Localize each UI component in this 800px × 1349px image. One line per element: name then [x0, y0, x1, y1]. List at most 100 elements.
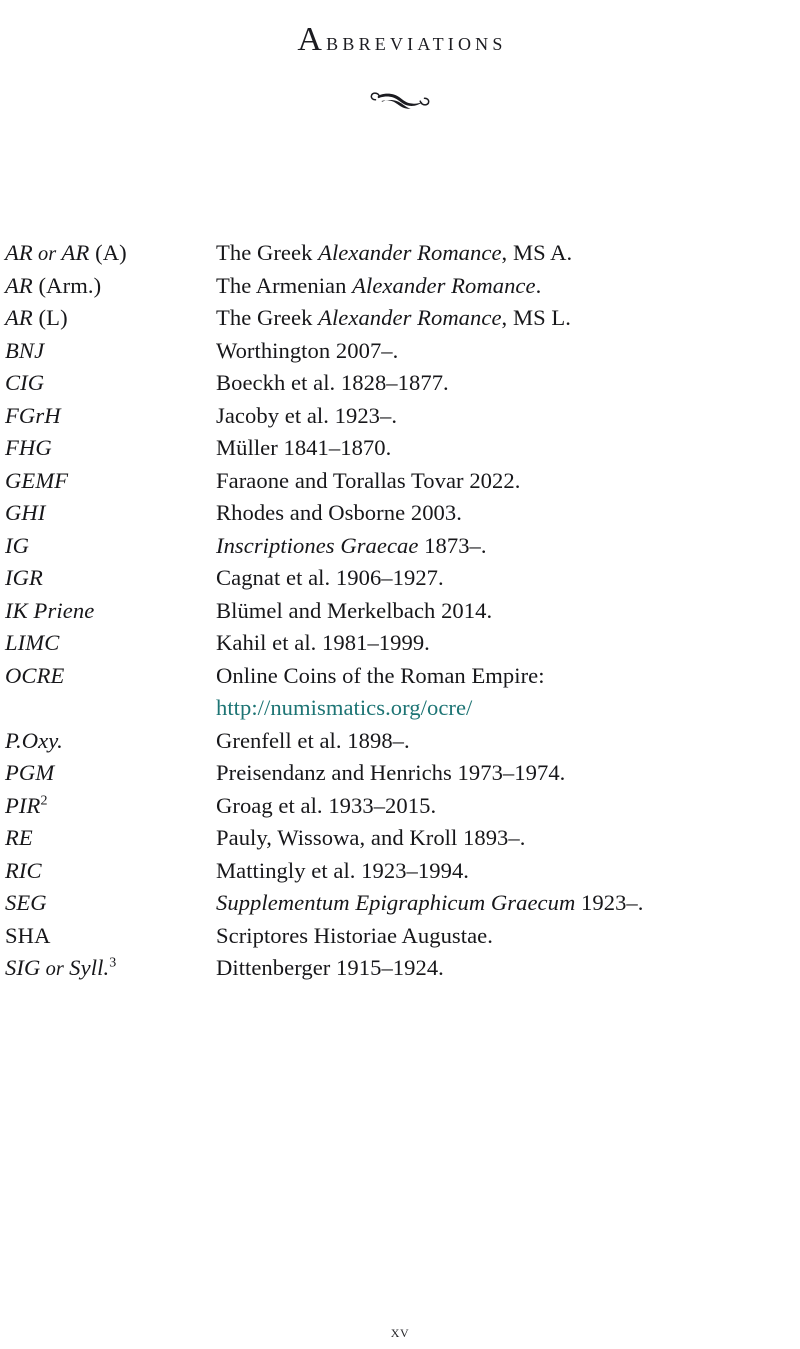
abbreviation-term: IG	[5, 530, 211, 563]
def-run-link[interactable]: http://numismatics.org/ocre/	[216, 695, 472, 720]
term-run-italic: AR	[61, 240, 90, 265]
def-run-roman: Jacoby et al. 1923–.	[216, 402, 398, 428]
term-run-italic: PIR	[5, 792, 41, 818]
abbreviation-entry: CIG Boeckh et al. 1828–1877.	[5, 367, 800, 400]
abbreviation-term: GHI	[5, 497, 211, 530]
abbreviation-entry: IG Inscriptiones Graecae 1873–.	[5, 530, 800, 563]
abbreviation-definition: Supplementum Epigraphicum Graecum 1923–.	[216, 887, 800, 920]
abbreviation-entry: RIC Mattingly et al. 1923–1994.	[5, 855, 800, 888]
abbreviation-entry: AR (Arm.) The Armenian Alexander Romance.	[5, 270, 800, 303]
abbreviation-term: BNJ	[5, 335, 211, 368]
term-run-italic: AR	[5, 272, 33, 298]
def-run-roman: Worthington 2007–.	[216, 337, 399, 363]
term-run-italic: LIMC	[5, 630, 60, 655]
page-title: Abbreviations	[0, 22, 800, 60]
abbreviation-entry: GHI Rhodes and Osborne 2003.	[5, 497, 800, 530]
abbreviation-term: RE	[5, 822, 211, 855]
def-run-roman: Boeckh et al. 1828–1877.	[216, 370, 449, 395]
abbreviation-entry: AR or AR (A) The Greek Alexander Romance,…	[5, 237, 800, 270]
abbreviation-definition: Scriptores Historiae Augustae.	[216, 920, 800, 953]
term-run-italic: CIG	[5, 370, 45, 395]
def-run-italic: Alexander Romance	[318, 305, 502, 330]
term-run-italic: IGR	[5, 565, 43, 590]
def-run-roman: Blümel and Merkelbach 2014.	[216, 597, 493, 623]
def-run-roman: Groag et al. 1933–2015.	[216, 792, 437, 818]
page-title-initial: A	[297, 21, 327, 59]
abbreviation-definition: Online Coins of the Roman Empire: http:/…	[216, 660, 800, 725]
term-run-italic: OCRE	[5, 662, 65, 688]
abbreviation-definition: Groag et al. 1933–2015.	[216, 790, 800, 823]
term-run-italic: Syll.	[69, 955, 110, 980]
def-run-roman: The Greek	[216, 305, 319, 330]
term-run-italic: PGM	[5, 760, 55, 785]
abbreviation-term: PIR2	[5, 790, 211, 823]
term-run-roman: (Arm.)	[32, 272, 102, 298]
abbreviation-definition: Preisendanz and Henrichs 1973–1974.	[216, 757, 800, 790]
abbreviation-definition: Mattingly et al. 1923–1994.	[216, 855, 800, 888]
term-run-italic: IG	[5, 532, 30, 558]
def-run-roman: Grenfell et al. 1898–.	[216, 727, 410, 753]
abbreviation-definition: The Greek Alexander Romance, MS L.	[216, 302, 800, 335]
def-run-italic: Supplementum Epigraphicum Graecum	[216, 890, 576, 915]
abbreviation-definition: Dittenberger 1915–1924.	[216, 952, 800, 985]
def-run-roman: The Armenian	[216, 272, 353, 298]
abbreviation-term: GEMF	[5, 465, 211, 498]
abbreviation-term: SHA	[5, 920, 211, 953]
def-run-roman: Rhodes and Osborne 2003.	[216, 500, 462, 525]
abbreviation-entry: PGM Preisendanz and Henrichs 1973–1974.	[5, 757, 800, 790]
abbreviation-term: AR (Arm.)	[5, 270, 211, 303]
page-title-rest: bbreviations	[326, 27, 507, 57]
abbreviation-entry: IGR Cagnat et al. 1906–1927.	[5, 562, 800, 595]
abbreviation-entry: RE Pauly, Wissowa, and Kroll 1893–.	[5, 822, 800, 855]
abbreviation-term: FGrH	[5, 400, 211, 433]
def-run-roman: Cagnat et al. 1906–1927.	[216, 565, 444, 590]
term-run-italic: FHG	[5, 435, 52, 460]
def-run-roman: Dittenberger 1915–1924.	[216, 955, 444, 980]
def-run-roman: Kahil et al. 1981–1999.	[216, 630, 430, 655]
term-run-italic: RIC	[5, 857, 42, 883]
def-run-roman: , MS L.	[501, 305, 571, 330]
abbreviation-entry: BNJ Worthington 2007–.	[5, 335, 800, 368]
abbreviation-entry: SHA Scriptores Historiae Augustae.	[5, 920, 800, 953]
swash-flourish-ornament	[0, 86, 800, 112]
abbreviation-term: SIG or Syll.3	[5, 952, 211, 986]
term-run-italic: SEG	[5, 890, 47, 915]
def-run-italic: Alexander Romance	[352, 272, 536, 298]
term-run-conj: or	[32, 243, 62, 265]
term-run-italic: RE	[5, 825, 33, 850]
def-run-roman: Mattingly et al. 1923–1994.	[216, 857, 469, 883]
abbreviation-entry: FHG Müller 1841–1870.	[5, 432, 800, 465]
term-run-conj: or	[40, 958, 70, 980]
def-run-roman: 1873–.	[418, 532, 487, 558]
folio-page-number: xv	[390, 1321, 410, 1341]
abbreviation-entry: SIG or Syll.3 Dittenberger 1915–1924.	[5, 952, 800, 985]
abbreviation-definition: Kahil et al. 1981–1999.	[216, 627, 800, 660]
abbreviation-term: PGM	[5, 757, 211, 790]
abbreviation-definition: Jacoby et al. 1923–.	[216, 400, 800, 433]
term-run-italic: P.Oxy.	[5, 727, 63, 753]
abbreviations-list: AR or AR (A) The Greek Alexander Romance,…	[5, 237, 800, 985]
abbreviation-term: LIMC	[5, 627, 211, 660]
abbreviation-term: IK Priene	[5, 595, 211, 628]
abbreviation-term: RIC	[5, 855, 211, 888]
abbreviation-definition: Faraone and Torallas Tovar 2022.	[216, 465, 800, 498]
def-run-roman: 1923–.	[575, 890, 644, 915]
abbreviation-entry: IK Priene Blümel and Merkelbach 2014.	[5, 595, 800, 628]
def-run-roman: Online Coins of the Roman Empire:	[216, 662, 545, 688]
abbreviation-term: FHG	[5, 432, 211, 465]
abbreviation-definition: The Greek Alexander Romance, MS A.	[216, 237, 800, 270]
abbreviation-entry: PIR2 Groag et al. 1933–2015.	[5, 790, 800, 823]
abbreviation-entry: FGrH Jacoby et al. 1923–.	[5, 400, 800, 433]
term-run-roman: SHA	[5, 922, 51, 948]
abbreviations-page: Abbreviations AR or AR (A) The Greek Alex…	[0, 0, 800, 1349]
term-run-italic: GEMF	[5, 467, 69, 493]
abbreviation-definition: Grenfell et al. 1898–.	[216, 725, 800, 758]
abbreviation-term: P.Oxy.	[5, 725, 211, 758]
abbreviation-entry: LIMC Kahil et al. 1981–1999.	[5, 627, 800, 660]
abbreviation-term: AR (L)	[5, 302, 211, 335]
term-run-italic: SIG	[5, 955, 41, 980]
term-run-italic: IK Priene	[5, 597, 95, 623]
term-superscript: 2	[40, 792, 48, 808]
abbreviation-definition: Blümel and Merkelbach 2014.	[216, 595, 800, 628]
abbreviation-definition: Pauly, Wissowa, and Kroll 1893–.	[216, 822, 800, 855]
